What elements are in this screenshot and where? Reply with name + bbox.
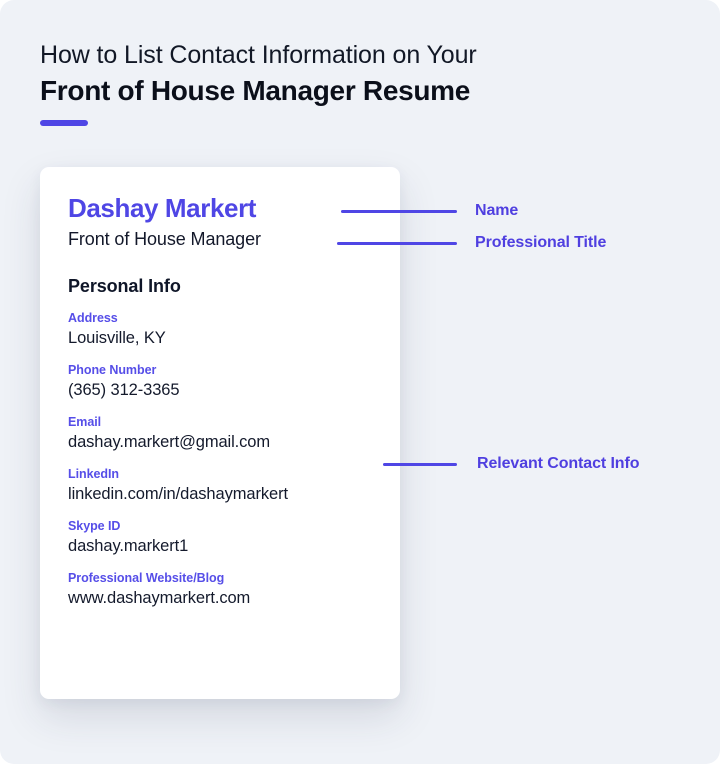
contact-item-email: Email dashay.markert@gmail.com (68, 414, 380, 454)
contact-item-linkedin: LinkedIn linkedin.com/in/dashaymarkert (68, 466, 380, 506)
contact-value: Louisville, KY (68, 329, 166, 347)
contact-value: linkedin.com/in/dashaymarkert (68, 485, 288, 503)
page-title: How to List Contact Information on Your … (40, 38, 660, 110)
annotation-label: Name (475, 202, 519, 219)
contact-item-address: Address Louisville, KY (68, 310, 380, 350)
contact-value: www.dashaymarkert.com (68, 589, 251, 607)
contact-info-list: Address Louisville, KY Phone Number (365… (68, 310, 380, 610)
annotation-professional-title: Professional Title (337, 234, 606, 252)
contact-value: dashay.markert1 (68, 537, 189, 555)
contact-label: Phone Number (68, 363, 157, 377)
page-title-line-1: How to List Contact Information on Your (40, 41, 477, 69)
annotation-label: Professional Title (475, 234, 607, 251)
contact-label: Professional Website/Blog (68, 571, 225, 585)
annotation-relevant-contact-info: Relevant Contact Info (383, 455, 639, 473)
contact-value: (365) 312-3365 (68, 381, 180, 399)
contact-item-professional-website: Professional Website/Blog www.dashaymark… (68, 570, 380, 610)
annotation-name: Name (341, 202, 518, 220)
resume-card-content: Dashay Markert Front of House Manager Pe… (68, 191, 380, 610)
annotation-leader-line (383, 462, 457, 466)
contact-label: Address (68, 311, 118, 325)
accent-bar-divider (40, 120, 88, 126)
contact-item-phone-number: Phone Number (365) 312-3365 (68, 362, 380, 402)
annotation-leader-line (337, 241, 457, 245)
contact-label: Email (68, 415, 102, 429)
infographic-page: How to List Contact Information on Your … (0, 0, 720, 764)
contact-label: LinkedIn (68, 467, 119, 481)
contact-label: Skype ID (68, 519, 121, 533)
annotation-leader-line (341, 209, 457, 213)
candidate-professional-title: Front of House Manager (68, 229, 261, 249)
contact-item-skype-id: Skype ID dashay.markert1 (68, 518, 380, 558)
page-title-line-2: Front of House Manager Resume (40, 75, 471, 106)
annotation-label: Relevant Contact Info (477, 455, 640, 472)
personal-info-heading: Personal Info (68, 276, 181, 296)
contact-value: dashay.markert@gmail.com (68, 433, 271, 451)
candidate-name: Dashay Markert (68, 193, 257, 223)
